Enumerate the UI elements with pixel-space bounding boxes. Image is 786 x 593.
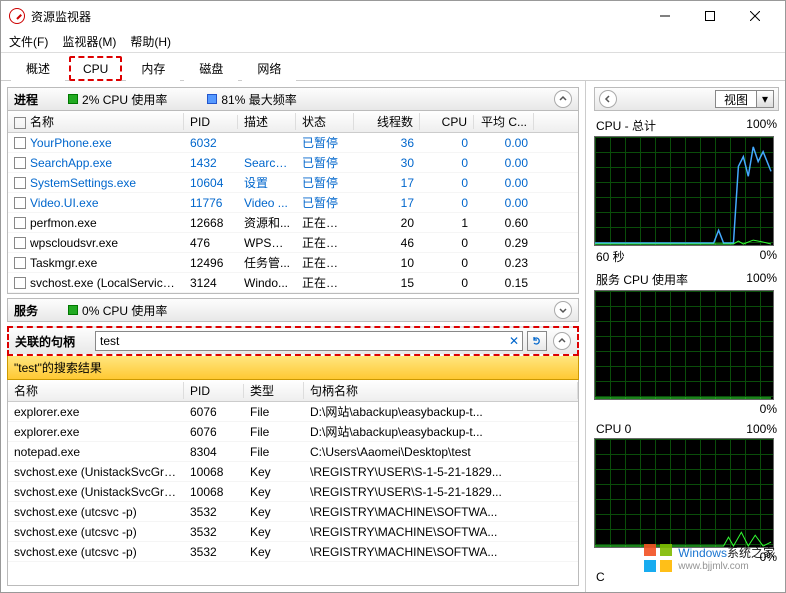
row-checkbox[interactable]	[14, 177, 26, 189]
table-row[interactable]: svchost.exe (UnistackSvcGroup)10068Key\R…	[8, 462, 578, 482]
window-title: 资源监视器	[31, 8, 642, 25]
app-icon	[9, 8, 25, 24]
row-checkbox[interactable]	[14, 137, 26, 149]
table-row[interactable]: notepad.exe8304FileC:\Users\Aaomei\Deskt…	[8, 442, 578, 462]
handles-search-input[interactable]	[96, 334, 506, 348]
refresh-search-button[interactable]	[527, 331, 547, 351]
table-row[interactable]: YourPhone.exe6032已暂停3600.00	[8, 133, 578, 153]
handles-search-box: ✕	[95, 331, 523, 351]
handles-table: 名称 PID 类型 句柄名称 explorer.exe6076FileD:\网站…	[7, 380, 579, 586]
processes-table: 名称 PID 描述 状态 线程数 CPU 平均 C... YourPhone.e…	[7, 111, 579, 294]
table-row[interactable]: wpscloudsvr.exe476WPS服...正在运行4600.29	[8, 233, 578, 253]
table-row[interactable]: svchost.exe (utcsvc -p)3532Key\REGISTRY\…	[8, 522, 578, 542]
menu-help[interactable]: 帮助(H)	[130, 33, 171, 50]
watermark: Windows系统之家 www.bjjmlv.com	[644, 544, 775, 572]
table-row[interactable]: Video.UI.exe11776Video ...已暂停1700.00	[8, 193, 578, 213]
select-all-checkbox[interactable]	[14, 117, 26, 129]
table-row[interactable]: svchost.exe (utcsvc -p)3532Key\REGISTRY\…	[8, 502, 578, 522]
max-freq-icon	[207, 94, 217, 104]
menu-file[interactable]: 文件(F)	[9, 33, 48, 50]
windows-logo-icon	[644, 544, 672, 572]
chart-title: CPU 0	[596, 422, 631, 436]
charts-collapse-icon[interactable]	[599, 90, 617, 108]
table-row[interactable]: explorer.exe6076FileD:\网站\abackup\easyba…	[8, 422, 578, 442]
view-dropdown[interactable]: 视图 ▾	[715, 90, 774, 108]
handles-collapse-icon[interactable]	[553, 332, 571, 350]
services-collapse-icon[interactable]	[554, 301, 572, 319]
table-row[interactable]: SearchApp.exe1432Search...已暂停3000.00	[8, 153, 578, 173]
processes-collapse-icon[interactable]	[554, 90, 572, 108]
titlebar: 资源监视器	[1, 1, 785, 31]
services-panel: 服务 0% CPU 使用率	[7, 298, 579, 322]
chart-canvas	[594, 438, 774, 548]
processes-columns: 名称 PID 描述 状态 线程数 CPU 平均 C...	[8, 111, 578, 133]
close-button[interactable]	[732, 1, 777, 31]
row-checkbox[interactable]	[14, 197, 26, 209]
view-dropdown-label: 视图	[716, 91, 756, 108]
chart-canvas	[594, 136, 774, 246]
search-result-label: "test"的搜索结果	[7, 356, 579, 380]
table-row[interactable]: SystemSettings.exe10604设置已暂停1700.00	[8, 173, 578, 193]
view-header: 视图 ▾	[594, 87, 779, 111]
row-checkbox[interactable]	[14, 237, 26, 249]
cpu-usage-icon	[68, 94, 78, 104]
chart-block: CPU - 总计 100% 60 秒 0%	[594, 117, 779, 265]
chart-block: 服务 CPU 使用率 100% 0%	[594, 271, 779, 416]
services-title: 服务	[14, 302, 38, 319]
processes-panel: 进程 2% CPU 使用率 81% 最大频率 名称 PID 描述 状态 线程数 …	[7, 87, 579, 294]
chart-block: CPU 0100%0%	[594, 422, 779, 564]
table-row[interactable]: svchost.exe (UnistackSvcGroup)10068Key\R…	[8, 482, 578, 502]
window-controls	[642, 1, 777, 31]
maximize-button[interactable]	[687, 1, 732, 31]
table-row[interactable]: Taskmgr.exe12496任务管...正在运行1000.23	[8, 253, 578, 273]
chart-foot-right: 0%	[760, 248, 777, 265]
dropdown-arrow-icon[interactable]: ▾	[756, 91, 773, 107]
processes-header[interactable]: 进程 2% CPU 使用率 81% 最大频率	[7, 87, 579, 111]
max-freq-text: 81% 最大频率	[221, 91, 296, 108]
menubar: 文件(F) 监视器(M) 帮助(H)	[1, 31, 785, 53]
tab-network[interactable]: 网络	[242, 54, 296, 81]
services-header[interactable]: 服务 0% CPU 使用率	[7, 298, 579, 322]
tab-disk[interactable]: 磁盘	[184, 54, 238, 81]
tab-cpu[interactable]: CPU	[69, 56, 122, 81]
services-cpu-text: 0% CPU 使用率	[82, 302, 167, 319]
tabbar: 概述 CPU 内存 磁盘 网络	[1, 53, 785, 81]
table-row[interactable]: svchost.exe (LocalServiceN...3124Windo..…	[8, 273, 578, 293]
minimize-button[interactable]	[642, 1, 687, 31]
row-checkbox[interactable]	[14, 217, 26, 229]
services-cpu-icon	[68, 305, 78, 315]
tab-overview[interactable]: 概述	[11, 54, 65, 81]
chart-max: 100%	[746, 271, 777, 288]
chart-canvas	[594, 290, 774, 400]
handles-panel: 关联的句柄 ✕ "test"的搜索结果 名称 PID 类型 句柄名称 ex	[7, 326, 579, 586]
tab-memory[interactable]: 内存	[126, 54, 180, 81]
processes-title: 进程	[14, 91, 38, 108]
chart-max: 100%	[746, 422, 777, 436]
row-checkbox[interactable]	[14, 157, 26, 169]
charts-pane: 视图 ▾ CPU - 总计100%60 秒0%服务 CPU 使用率100%0%C…	[585, 81, 785, 592]
chart-title: 服务 CPU 使用率	[596, 271, 688, 288]
chart-foot-left: 60 秒	[596, 248, 625, 265]
chart-title: CPU - 总计	[596, 117, 656, 134]
row-checkbox[interactable]	[14, 277, 26, 289]
clear-search-icon[interactable]: ✕	[506, 334, 522, 348]
chart-max: 100%	[746, 117, 777, 134]
chart-foot-right: 0%	[760, 402, 777, 416]
handles-columns: 名称 PID 类型 句柄名称	[8, 380, 578, 402]
table-row[interactable]: svchost.exe (utcsvc -p)3532Key\REGISTRY\…	[8, 542, 578, 562]
cpu-usage-text: 2% CPU 使用率	[82, 91, 167, 108]
row-checkbox[interactable]	[14, 257, 26, 269]
menu-monitor[interactable]: 监视器(M)	[62, 33, 116, 50]
table-row[interactable]: perfmon.exe12668资源和...正在运行2010.60	[8, 213, 578, 233]
handles-header: 关联的句柄 ✕	[7, 326, 579, 356]
next-chart-label: C	[596, 570, 605, 584]
handles-title: 关联的句柄	[15, 333, 75, 350]
table-row[interactable]: explorer.exe6076FileD:\网站\abackup\easyba…	[8, 402, 578, 422]
